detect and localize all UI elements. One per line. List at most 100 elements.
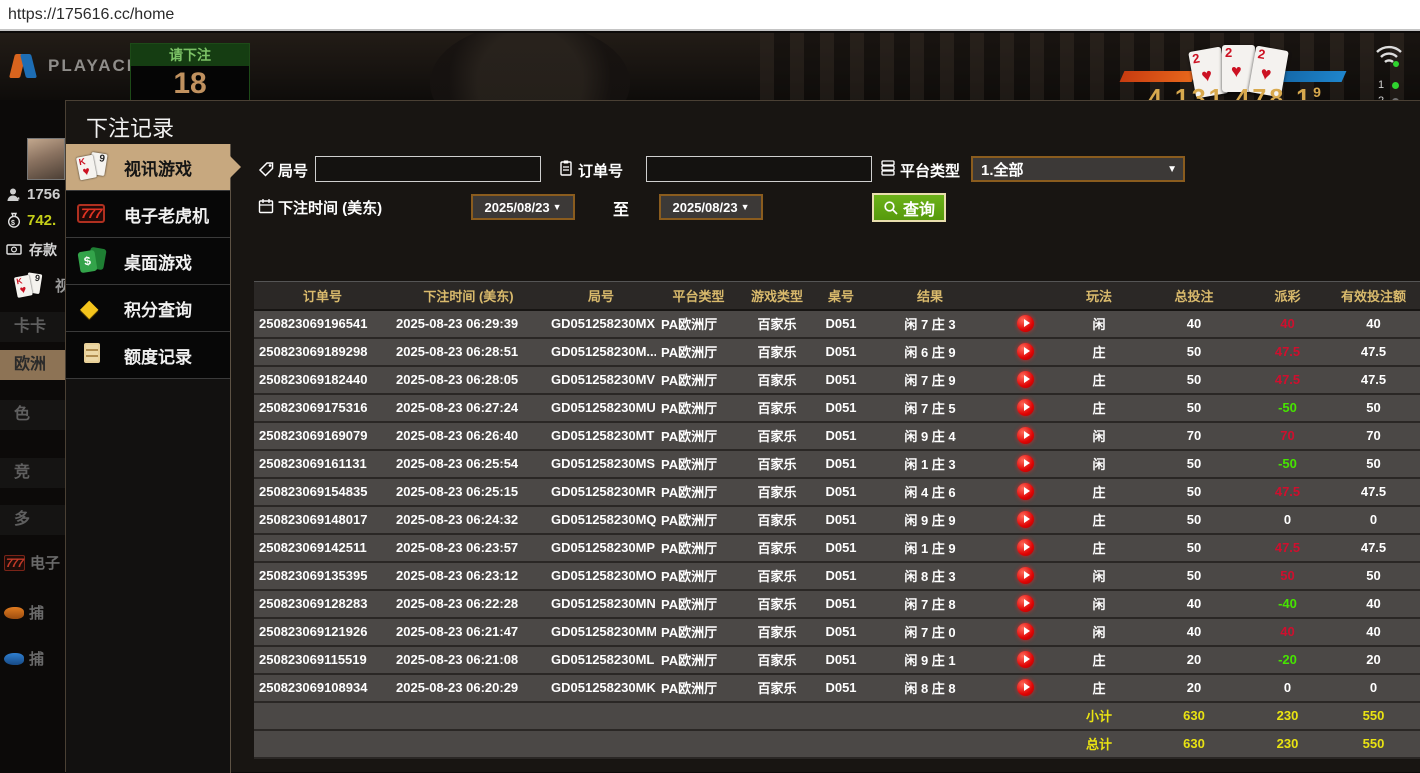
play-video-button[interactable] — [1016, 483, 1034, 501]
table-cell: 百家乐 — [741, 505, 813, 535]
table-cell: 47.5 — [1326, 533, 1420, 563]
table-cell: 50 — [1139, 561, 1249, 591]
column-header: 桌号 — [813, 281, 869, 311]
table-cell: 百家乐 — [741, 533, 813, 563]
table-cell: D051 — [813, 561, 869, 591]
table-cell: 闲 — [1059, 309, 1139, 339]
background-tab-jing: 竞 — [0, 458, 65, 488]
green-dot-icon — [1392, 81, 1400, 89]
table-cell: D051 — [813, 309, 869, 339]
table-cell: PA欧洲厅 — [656, 393, 741, 423]
total-row: 总计 630 230 550 — [254, 729, 1420, 759]
background-tab-duo: 多 — [0, 505, 65, 535]
table-cell: GD051258230MN — [546, 589, 656, 619]
table-cell: 250823069154835 — [254, 477, 391, 507]
table-cell: GD051258230MU — [546, 393, 656, 423]
table-cell: 闲 9 庄 9 — [869, 505, 991, 535]
sidebar-item-table-games[interactable]: $ 桌面游戏 — [66, 238, 230, 285]
play-video-button[interactable] — [1016, 427, 1034, 445]
order-id-input[interactable] — [646, 156, 872, 182]
column-header: 结果 — [869, 281, 991, 311]
table-cell: 闲 6 庄 9 — [869, 337, 991, 367]
summary-cell — [813, 729, 869, 759]
sidebar-item-label: 电子老虎机 — [124, 206, 209, 226]
table-cell: 庄 — [1059, 645, 1139, 675]
order-id-label: 订单号 — [578, 163, 624, 180]
summary-cell: 550 — [1326, 729, 1420, 759]
url-text[interactable]: https://175616.cc/home — [0, 6, 174, 24]
jackpot-amount: 4 131 478 19 — [1148, 84, 1324, 100]
sidebar-item-points-query[interactable]: ◆ 积分查询 — [66, 285, 230, 332]
table-cell: 闲 7 庄 3 — [869, 309, 991, 339]
browser-address-bar[interactable]: https://175616.cc/home — [0, 0, 1420, 31]
table-cell: 庄 — [1059, 337, 1139, 367]
user-id: 1756 — [27, 186, 61, 203]
clownfish-icon — [4, 606, 24, 619]
sidebar-item-quota-records[interactable]: 额度记录 — [66, 332, 230, 379]
table-cell: 闲 4 庄 6 — [869, 477, 991, 507]
table-cell: 2025-08-23 06:23:57 — [391, 533, 546, 563]
bet-records-table-wrap: 订单号 下注时间 (美东) 局号 平台类型 游戏类型 桌号 结果 玩法 总投注 派彩 有效投注额 2… — [254, 281, 1420, 759]
play-video-button[interactable] — [1016, 679, 1034, 697]
play-video-button[interactable] — [1016, 539, 1034, 557]
table-cell: 闲 — [1059, 589, 1139, 619]
tag-icon — [258, 162, 274, 177]
date-from-select[interactable]: 2025/08/23 ▼ — [471, 194, 575, 220]
table-cell: 50 — [1326, 561, 1420, 591]
table-cell: 250823069121926 — [254, 617, 391, 647]
search-button[interactable]: 查询 — [872, 193, 947, 222]
video-cell — [991, 533, 1059, 563]
sidebar-item-slots[interactable]: 777 电子老虎机 — [66, 191, 230, 238]
play-video-button[interactable] — [1016, 343, 1034, 361]
signal-row-1: 1 — [1378, 79, 1385, 91]
table-cell: 闲 9 庄 1 — [869, 645, 991, 675]
table-cell: 百家乐 — [741, 365, 813, 395]
play-video-button[interactable] — [1016, 511, 1034, 529]
play-video-button[interactable] — [1016, 399, 1034, 417]
table-cell: 250823069142511 — [254, 533, 391, 563]
table-cell: 250823069169079 — [254, 421, 391, 451]
table-cell: 闲 7 庄 5 — [869, 393, 991, 423]
table-cell: D051 — [813, 421, 869, 451]
modal-title: 下注记录 — [86, 116, 175, 141]
user-icon: * — [7, 188, 20, 203]
sidebar-item-video-games[interactable]: 9 K ♥ 视讯游戏 — [66, 144, 241, 191]
table-cell: 百家乐 — [741, 421, 813, 451]
table-cell: D051 — [813, 365, 869, 395]
round-id-input[interactable] — [315, 156, 541, 182]
table-cell: 百家乐 — [741, 337, 813, 367]
table-row: 250823069115519 2025-08-23 06:21:08 GD0512… — [254, 645, 1420, 675]
subtotal-row: 小计 630 230 550 — [254, 701, 1420, 731]
sidebar-item-label: 视讯游戏 — [124, 159, 192, 179]
chevron-down-icon: ▼ — [1167, 163, 1177, 175]
table-cell: 庄 — [1059, 505, 1139, 535]
table-cell: 20 — [1139, 673, 1249, 703]
video-cell — [991, 589, 1059, 619]
summary-cell: 小计 — [1059, 701, 1139, 731]
play-video-button[interactable] — [1016, 623, 1034, 641]
background-tab-europe: 欧洲 — [0, 350, 65, 380]
play-video-button[interactable] — [1016, 455, 1034, 473]
table-cell: PA欧洲厅 — [656, 505, 741, 535]
table-cell: 47.5 — [1326, 337, 1420, 367]
table-cell: GD051258230MP — [546, 533, 656, 563]
play-video-button[interactable] — [1016, 651, 1034, 669]
summary-cell — [813, 701, 869, 731]
date-to-label: 至 — [613, 202, 630, 219]
date-from-value: 2025/08/23 — [484, 199, 550, 215]
summary-cell: 630 — [1139, 729, 1249, 759]
table-cell: 70 — [1139, 421, 1249, 451]
video-cell — [991, 477, 1059, 507]
date-to-select[interactable]: 2025/08/23 ▼ — [659, 194, 763, 220]
play-video-button[interactable] — [1016, 567, 1034, 585]
svg-text:*: * — [17, 197, 20, 203]
table-row: 250823069148017 2025-08-23 06:24:32 GD0512… — [254, 505, 1420, 535]
play-video-button[interactable] — [1016, 315, 1034, 333]
platform-type-select[interactable]: 1.全部 ▼ — [971, 156, 1185, 182]
table-cell: 50 — [1139, 337, 1249, 367]
video-cell — [991, 309, 1059, 339]
play-video-button[interactable] — [1016, 371, 1034, 389]
table-cell: 2025-08-23 06:23:12 — [391, 561, 546, 591]
table-cell: GD051258230MT — [546, 421, 656, 451]
play-video-button[interactable] — [1016, 595, 1034, 613]
